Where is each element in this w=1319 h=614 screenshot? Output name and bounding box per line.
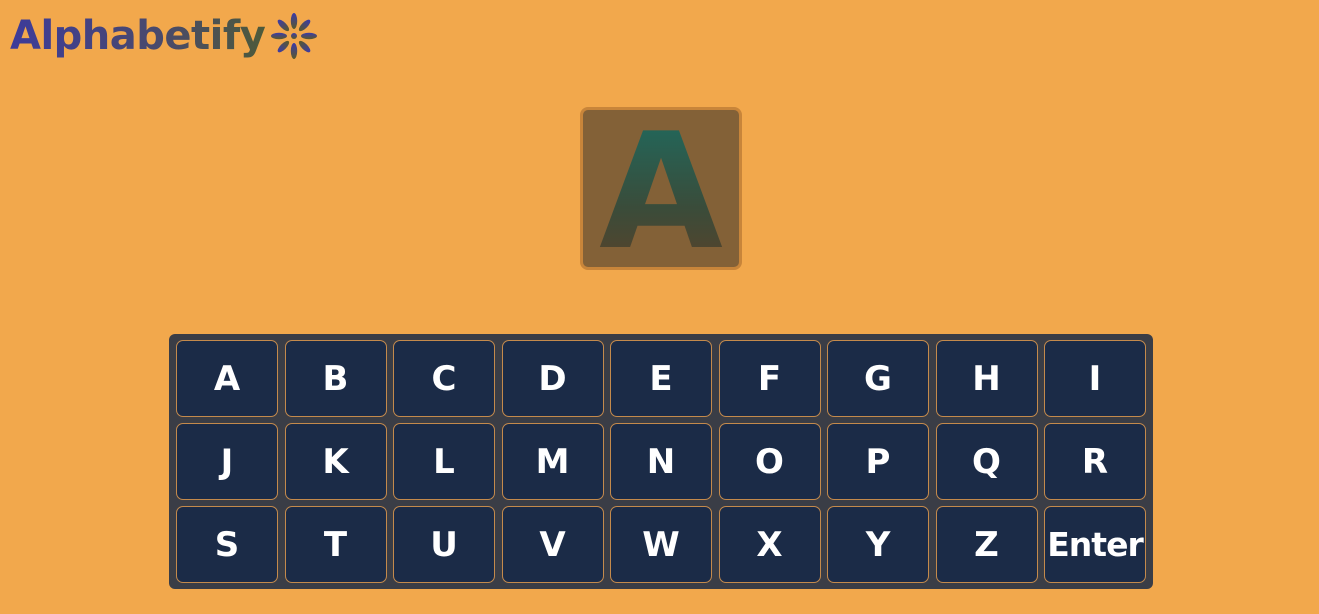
key-x[interactable]: X — [718, 506, 821, 583]
key-m[interactable]: M — [501, 423, 604, 500]
key-c[interactable]: C — [393, 340, 495, 417]
key-s[interactable]: S — [176, 506, 278, 583]
key-g[interactable]: G — [827, 340, 929, 417]
key-w[interactable]: W — [610, 506, 712, 583]
letter-keyboard: A B C D E F G H I J K L M N O P Q R S T … — [169, 334, 1153, 589]
key-o[interactable]: O — [718, 423, 821, 500]
key-p[interactable]: P — [827, 423, 929, 500]
key-a[interactable]: A — [176, 340, 278, 417]
key-j[interactable]: J — [176, 423, 278, 500]
key-z[interactable]: Z — [935, 506, 1038, 583]
key-i[interactable]: I — [1044, 340, 1146, 417]
key-r[interactable]: R — [1044, 423, 1146, 500]
key-q[interactable]: Q — [935, 423, 1038, 500]
app-logo: Alphabetify — [10, 8, 321, 64]
flower-burst-icon — [271, 13, 318, 59]
key-l[interactable]: L — [393, 423, 495, 500]
enter-key[interactable]: Enter — [1044, 506, 1146, 583]
logo-text: Alphabetify — [10, 8, 266, 64]
key-y[interactable]: Y — [827, 506, 929, 583]
current-letter: A — [599, 97, 723, 285]
key-k[interactable]: K — [284, 423, 387, 500]
key-d[interactable]: D — [501, 340, 604, 417]
key-t[interactable]: T — [284, 506, 387, 583]
key-b[interactable]: B — [284, 340, 387, 417]
key-n[interactable]: N — [610, 423, 712, 500]
key-u[interactable]: U — [393, 506, 495, 583]
key-v[interactable]: V — [501, 506, 604, 583]
current-letter-tile: A — [580, 97, 742, 285]
key-f[interactable]: F — [718, 340, 821, 417]
key-h[interactable]: H — [935, 340, 1038, 417]
key-e[interactable]: E — [610, 340, 712, 417]
